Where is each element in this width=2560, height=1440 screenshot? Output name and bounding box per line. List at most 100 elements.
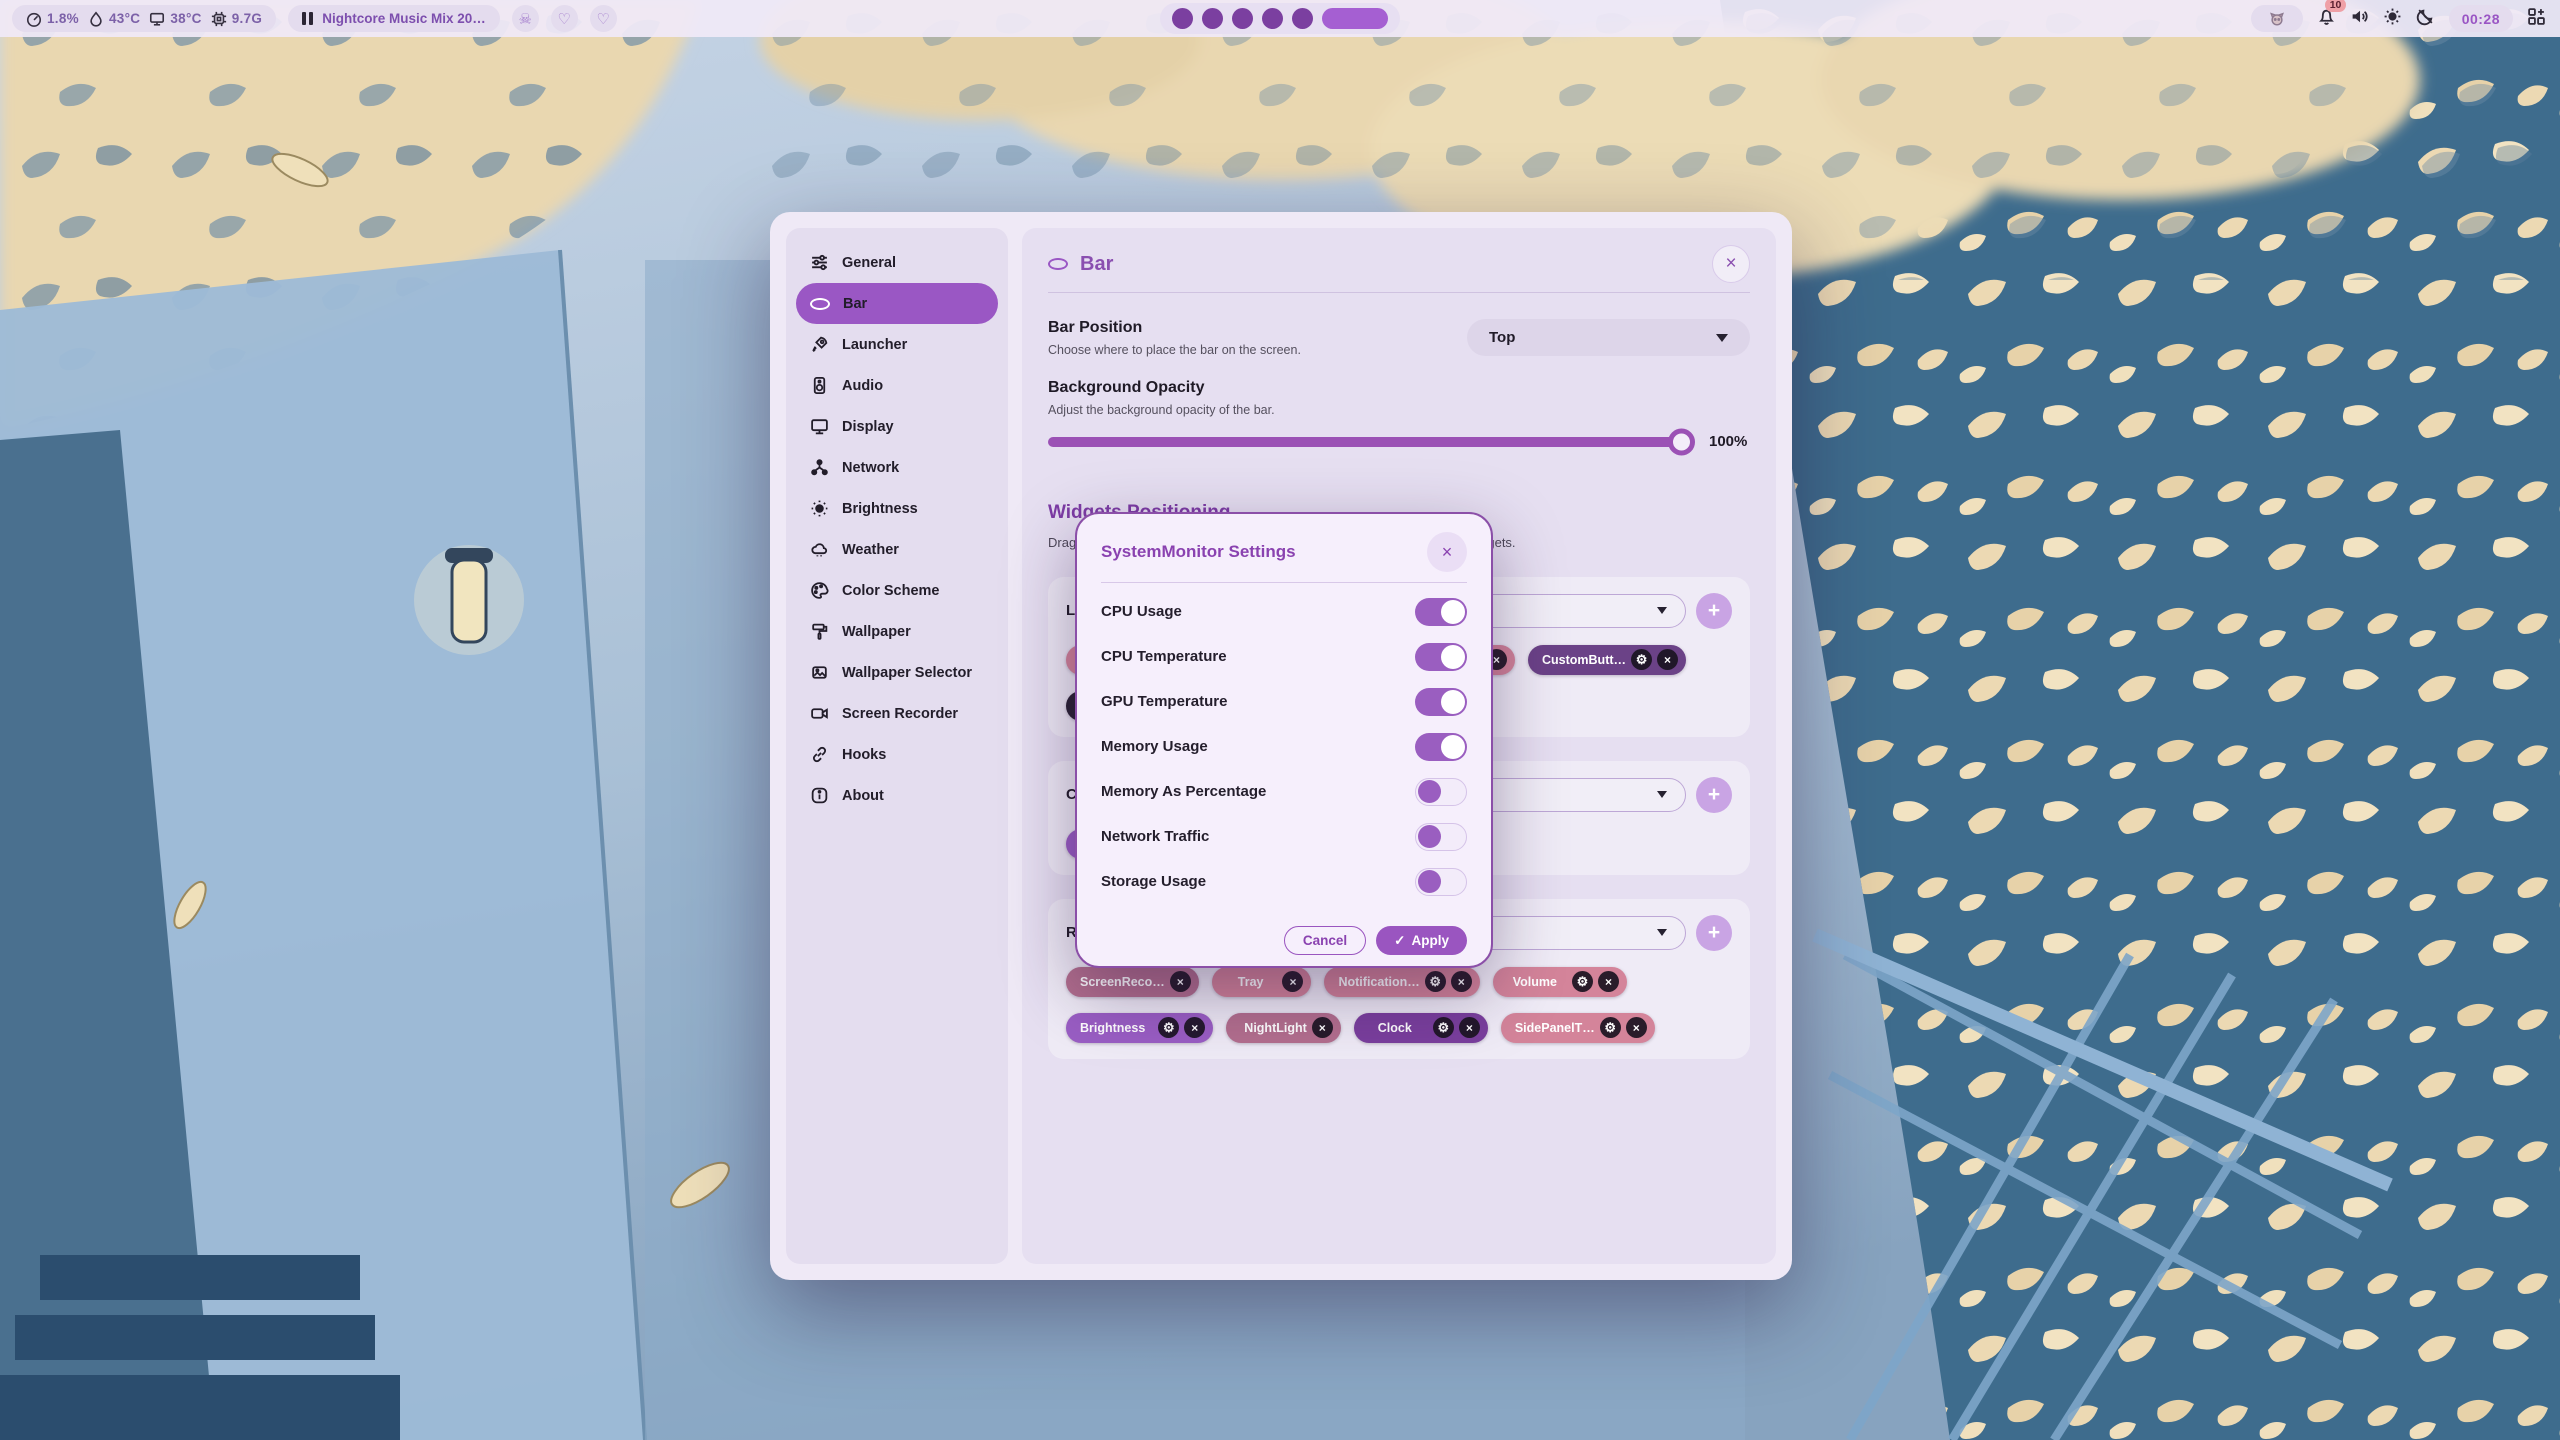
widget-chip[interactable]: CustomButt… ⚙ × [1528, 645, 1686, 675]
modal-title: SystemMonitor Settings [1101, 542, 1296, 562]
sidebar-item-brightness[interactable]: Brightness [796, 488, 998, 529]
window-close-button[interactable]: × [1712, 245, 1750, 283]
workspace-dot[interactable] [1262, 8, 1283, 29]
cpu-usage-value: 1.8% [47, 11, 79, 26]
widget-chip[interactable]: Notification… ⚙ × [1324, 967, 1479, 997]
remove-widget-icon[interactable]: × [1282, 971, 1303, 992]
memory-value: 9.7G [232, 11, 262, 26]
toggle-cpu-temperature[interactable] [1415, 643, 1467, 671]
gear-icon[interactable]: ⚙ [1631, 649, 1652, 670]
gear-icon[interactable]: ⚙ [1600, 1017, 1621, 1038]
gear-icon[interactable]: ⚙ [1158, 1017, 1179, 1038]
toggle-network-traffic[interactable] [1415, 823, 1467, 851]
gpu-temp-stat: 38°C [149, 11, 201, 27]
widget-chip[interactable]: Volume ⚙ × [1493, 967, 1627, 997]
favorite-button-1[interactable]: ♡ [551, 5, 578, 32]
sidebar-item-bar[interactable]: Bar [796, 283, 998, 324]
tray-app-button[interactable] [2251, 5, 2303, 32]
flame-icon [88, 11, 104, 27]
add-widget-button[interactable]: + [1696, 777, 1732, 813]
toggle-gpu-temperature[interactable] [1415, 688, 1467, 716]
info-icon [810, 786, 829, 805]
sidebar-item-network[interactable]: Network [796, 447, 998, 488]
remove-widget-icon[interactable]: × [1598, 971, 1619, 992]
nightlight-button[interactable] [2416, 7, 2435, 31]
gpu-temp-value: 38°C [170, 11, 201, 26]
system-stats-pill[interactable]: 1.8% 43°C 38°C 9.7G [12, 5, 276, 32]
link-icon [810, 745, 829, 764]
widget-chip[interactable]: Brightness ⚙ × [1066, 1013, 1213, 1043]
remove-widget-icon[interactable]: × [1451, 971, 1472, 992]
notifications-button[interactable]: 10 [2317, 7, 2336, 31]
toggle-cpu-usage[interactable] [1415, 598, 1467, 626]
cancel-button[interactable]: Cancel [1284, 926, 1366, 955]
sidebar-item-screen-recorder[interactable]: Screen Recorder [796, 693, 998, 734]
sidebar-item-display[interactable]: Display [796, 406, 998, 447]
modal-divider [1101, 582, 1467, 583]
widget-chip[interactable]: NightLight × [1226, 1013, 1340, 1043]
pause-icon[interactable] [302, 12, 313, 25]
bar-position-dropdown[interactable]: Top [1467, 319, 1750, 356]
sidebar-item-launcher[interactable]: Launcher [796, 324, 998, 365]
dashboard-button[interactable] [2527, 7, 2546, 31]
add-widget-button[interactable]: + [1696, 915, 1732, 951]
remove-widget-icon[interactable]: × [1657, 649, 1678, 670]
gear-icon[interactable]: ⚙ [1425, 971, 1446, 992]
top-bar: 1.8% 43°C 38°C 9.7G Nightcore Music Mix … [0, 0, 2560, 37]
remove-widget-icon[interactable]: × [1170, 971, 1191, 992]
widget-chip[interactable]: Clock ⚙ × [1354, 1013, 1488, 1043]
heart-icon: ♡ [597, 10, 610, 28]
slider-thumb[interactable] [1668, 428, 1695, 455]
cpu-temp-stat: 43°C [88, 11, 140, 27]
settings-sidebar: General Bar Launcher Audio Display Netwo… [786, 228, 1008, 1264]
workspace-dot-active[interactable] [1322, 8, 1388, 29]
add-widget-button[interactable]: + [1696, 593, 1732, 629]
gear-icon[interactable]: ⚙ [1433, 1017, 1454, 1038]
character-button[interactable]: ☠ [512, 5, 539, 32]
remove-widget-icon[interactable]: × [1459, 1017, 1480, 1038]
remove-widget-icon[interactable]: × [1312, 1017, 1333, 1038]
opacity-slider[interactable] [1048, 437, 1693, 447]
sidebar-item-about[interactable]: About [796, 775, 998, 816]
workspace-dot[interactable] [1202, 8, 1223, 29]
toggle-memory-as-percentage[interactable] [1415, 778, 1467, 806]
bar-oval-icon [810, 298, 830, 310]
widget-chip[interactable]: SidePanelT… ⚙ × [1501, 1013, 1655, 1043]
clock-text: 00:28 [2462, 11, 2500, 27]
workspace-dot[interactable] [1172, 8, 1193, 29]
sidebar-item-general[interactable]: General [796, 242, 998, 283]
sidebar-item-weather[interactable]: Weather [796, 529, 998, 570]
video-camera-icon [810, 704, 829, 723]
tune-icon [810, 253, 829, 272]
chevron-down-icon [1657, 929, 1667, 936]
remove-widget-icon[interactable]: × [1184, 1017, 1205, 1038]
sidebar-item-color-scheme[interactable]: Color Scheme [796, 570, 998, 611]
workspace-dot[interactable] [1292, 8, 1313, 29]
favorite-button-2[interactable]: ♡ [590, 5, 617, 32]
toggle-storage-usage[interactable] [1415, 868, 1467, 896]
clock-pill[interactable]: 00:28 [2449, 5, 2513, 32]
toggle-memory-usage[interactable] [1415, 733, 1467, 761]
sidebar-item-wallpaper-selector[interactable]: Wallpaper Selector [796, 652, 998, 693]
monitor-icon [810, 417, 829, 436]
modal-close-button[interactable]: × [1427, 532, 1467, 572]
apply-button[interactable]: ✓Apply [1376, 926, 1467, 955]
volume-button[interactable] [2350, 7, 2369, 31]
sidebar-item-hooks[interactable]: Hooks [796, 734, 998, 775]
brightness-button[interactable] [2383, 7, 2402, 31]
media-player-pill[interactable]: Nightcore Music Mix 20… [288, 5, 500, 32]
workspace-indicator[interactable] [1160, 3, 1400, 34]
widget-chip[interactable]: ScreenReco… × [1066, 967, 1199, 997]
heart-icon: ♡ [558, 10, 571, 28]
monitor-icon [149, 11, 165, 27]
remove-widget-icon[interactable]: × [1626, 1017, 1647, 1038]
sun-icon [2383, 7, 2402, 26]
workspace-dot[interactable] [1232, 8, 1253, 29]
sidebar-item-wallpaper[interactable]: Wallpaper [796, 611, 998, 652]
notification-badge: 10 [2325, 0, 2347, 12]
background-opacity-desc: Adjust the background opacity of the bar… [1048, 403, 1275, 417]
sidebar-item-audio[interactable]: Audio [796, 365, 998, 406]
gear-icon[interactable]: ⚙ [1572, 971, 1593, 992]
widget-chip[interactable]: Tray × [1212, 967, 1312, 997]
settings-window: General Bar Launcher Audio Display Netwo… [770, 212, 1792, 1280]
